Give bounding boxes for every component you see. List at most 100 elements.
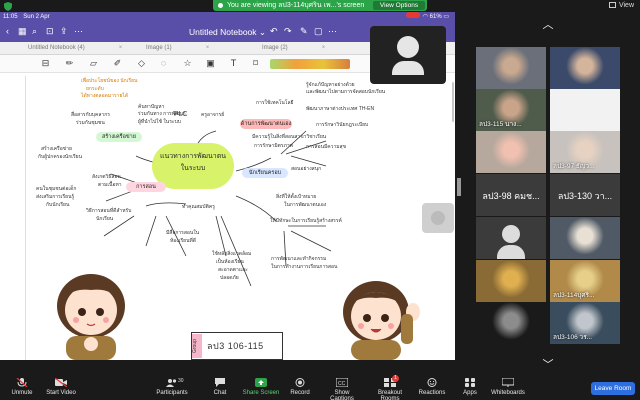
self-video-tile[interactable] <box>370 26 446 84</box>
start-video-button[interactable]: Start Video <box>44 378 78 396</box>
text-icon[interactable]: T <box>228 58 239 69</box>
doc-icon[interactable]: ▢ <box>314 26 323 37</box>
participant-name: ลป3-130 วา... <box>557 191 613 201</box>
branch-teaching: การสอน <box>126 182 166 192</box>
scan-icon[interactable]: ⊟ <box>40 58 51 69</box>
notebook-page: แนวทางการพัฒนาตน ในระบบ การสอน สร้างเครื… <box>25 76 455 360</box>
group-label: Group <box>192 334 202 358</box>
participant-tile[interactable] <box>550 89 620 131</box>
breakout-rooms-button[interactable]: 1 Breakout Rooms <box>368 375 412 400</box>
participant-name: ลป3-97 ธัญว... <box>553 163 595 170</box>
tools-icon[interactable]: ✎ <box>300 26 308 37</box>
image-icon[interactable]: ▣ <box>205 58 216 69</box>
record-button[interactable]: Record <box>288 378 312 396</box>
camera-icon[interactable]: ⌑ <box>250 58 261 69</box>
record-label: Record <box>290 390 310 396</box>
view-label: View <box>618 2 634 9</box>
pen-icon[interactable]: ✏ <box>64 58 75 69</box>
reactions-button[interactable]: Reactions <box>418 378 446 396</box>
redo-icon[interactable]: ↷ <box>284 26 292 37</box>
status-time: 11:05 <box>3 14 18 20</box>
share-screen-button[interactable]: Share Screen <box>242 378 280 396</box>
participant-tile[interactable] <box>550 47 620 89</box>
page-scrollbar[interactable] <box>452 82 454 122</box>
teacher-cartoon-right <box>343 281 420 360</box>
note-11: รู้จักแก้ปัญหาอย่างด้วย <box>306 82 355 88</box>
participant-name: ลป3-115 นาง... <box>479 121 522 128</box>
avatar-head-icon <box>502 225 520 243</box>
tab-notebook[interactable]: Untitled Notebook (4) × <box>28 45 122 51</box>
participants-button[interactable]: 30 Participants <box>154 378 190 396</box>
note-0: เพื่อประโยชน์ของ นักเรียน <box>81 78 138 84</box>
assistive-touch-icon <box>431 211 445 225</box>
note-17: การรักษามิตรภาพ <box>254 143 293 149</box>
note-26: การพัฒนาและทำกิจกรรม <box>271 256 327 262</box>
unmute-label: Unmute <box>11 390 33 396</box>
note-9: ผู้ที่นำไปใช้ ในระบบ <box>138 119 181 125</box>
view-button[interactable]: View <box>608 2 634 9</box>
participant-tile[interactable] <box>476 260 546 302</box>
note-29: ตามเนื้อหา <box>98 182 122 188</box>
participant-tile[interactable] <box>476 131 546 173</box>
note-33: มีสื่อการสอนใน <box>166 230 200 236</box>
note-16: มีความรู้ในสิ่งที่สอนสาขาวิชาเรียน <box>252 134 327 140</box>
participants-icon <box>166 379 177 387</box>
chevron-down-icon[interactable]: ⌄ <box>259 27 266 37</box>
highlighter-icon[interactable]: ✐ <box>112 58 123 69</box>
participant-tile[interactable] <box>476 302 546 344</box>
more-menu-icon[interactable]: ⋯ <box>328 26 337 37</box>
close-icon[interactable]: × <box>119 45 123 51</box>
note-25: ให้มีทักษะในการเรียนรู้สร้างสรรค์ <box>270 218 342 224</box>
note-37: สะอาดตาและ <box>218 267 248 273</box>
note-19: สอนอย่างสนุก <box>291 166 322 172</box>
participant-name: ลป3-106 วร... <box>553 334 593 341</box>
participant-video <box>476 131 546 173</box>
note-32: ทำคุณสมบัติครู <box>182 204 215 210</box>
show-captions-button[interactable]: CC Show Captions <box>322 378 362 400</box>
participant-tile[interactable]: ลป3-106 วร... <box>550 302 620 344</box>
shapes-icon[interactable]: ◇ <box>136 58 147 69</box>
undo-icon[interactable]: ↶ <box>270 26 278 37</box>
participant-tile[interactable] <box>476 217 546 259</box>
participant-tile[interactable]: ลป3-97 ธัญว... <box>550 131 620 173</box>
note-8: ร่วมกันทาง การพัฒนา <box>138 111 186 117</box>
grid-icon <box>608 2 616 8</box>
note-24: ในการพัฒนาตนเอง <box>284 202 327 208</box>
sticker-icon[interactable]: ☆ <box>182 58 193 69</box>
participant-video <box>476 260 546 302</box>
whiteboards-label: Whiteboards <box>491 390 525 396</box>
note-5: สร้างเครือข่าย <box>41 146 72 152</box>
branch-network: สร้างเครือข่าย <box>96 132 142 142</box>
participants-label: Participants <box>156 390 188 396</box>
participant-name: ลป3-114บุศริ... <box>553 292 595 299</box>
color-swatches[interactable] <box>270 59 350 69</box>
notebook-title-text: Untitled Notebook <box>188 27 257 37</box>
eraser-icon[interactable]: ▱ <box>88 58 99 69</box>
participant-tile[interactable]: ลป3-130 วา... <box>550 174 620 216</box>
participant-tile[interactable] <box>550 217 620 259</box>
lasso-icon[interactable]: ◌ <box>158 58 169 69</box>
captions-icon: CC <box>336 378 348 387</box>
participant-tile[interactable] <box>476 47 546 89</box>
drag-handle[interactable] <box>422 203 454 233</box>
teacher-cartoon-left <box>57 274 125 360</box>
participant-tile[interactable]: ลป3-115 นาง... <box>476 89 546 131</box>
whiteboards-button[interactable]: Whiteboards <box>490 378 526 396</box>
note-1: ยกระดับ <box>86 86 104 92</box>
unmute-button[interactable]: Unmute <box>8 378 36 396</box>
apps-button[interactable]: Apps <box>460 378 480 396</box>
tab-image-2[interactable]: Image (2) × <box>262 45 325 51</box>
panel-resize-handle[interactable] <box>457 178 461 196</box>
leave-room-button[interactable]: Leave Room <box>591 382 635 395</box>
view-options-button[interactable]: View Options <box>373 1 425 10</box>
participant-tile[interactable]: ลป3-98 คมช... <box>476 174 546 216</box>
close-icon[interactable]: × <box>322 45 326 51</box>
participant-tile[interactable]: ลป3-114บุศริ... <box>550 260 620 302</box>
chat-button[interactable]: Chat <box>210 378 230 396</box>
gallery-up-chevron-icon[interactable]: ︿ <box>538 16 558 32</box>
shield-icon <box>4 2 12 11</box>
tab-image-1[interactable]: Image (1) × <box>146 45 209 51</box>
close-icon[interactable]: × <box>206 45 210 51</box>
tab-label: Untitled Notebook (4) <box>28 45 85 51</box>
gallery-down-chevron-icon[interactable]: ﹀ <box>538 356 558 372</box>
